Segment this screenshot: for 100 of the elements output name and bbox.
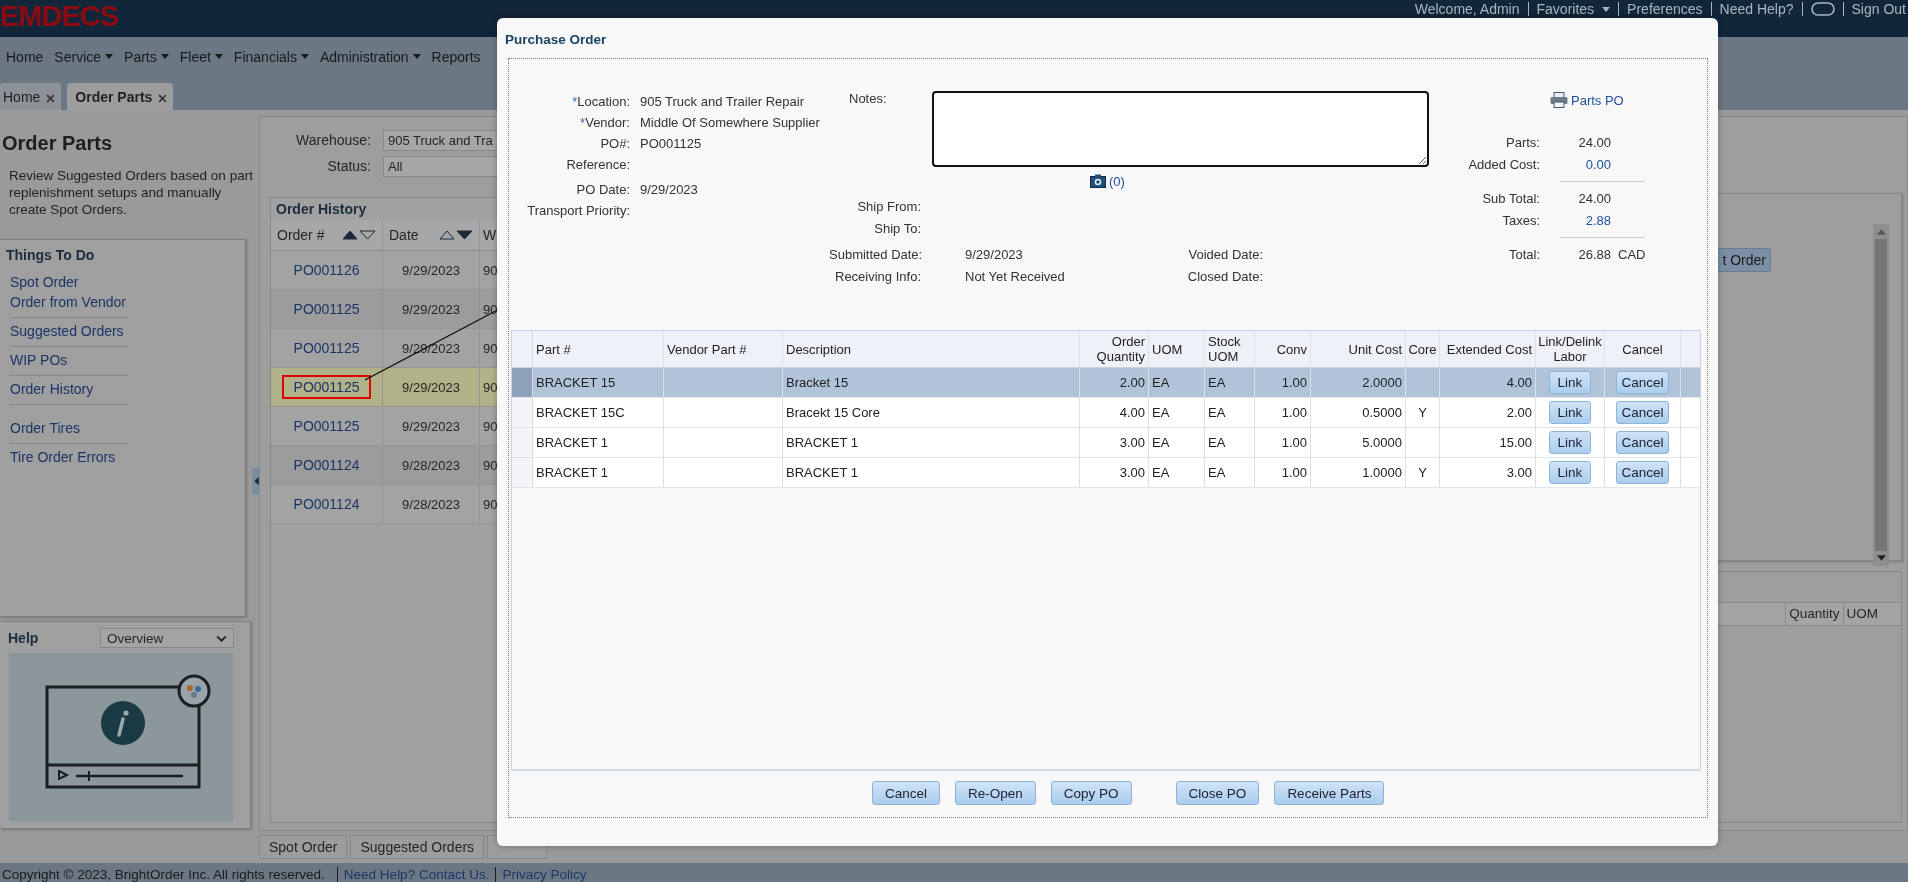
filter-label: Status: <box>326 158 371 174</box>
page-title: Order Parts <box>1 131 114 155</box>
link-button[interactable]: Link <box>1549 461 1591 484</box>
sidebar-link[interactable]: Tire Order Errors <box>10 447 128 467</box>
dialog-button[interactable]: Receive Parts <box>1274 781 1385 805</box>
table-cell: EA <box>1208 375 1226 390</box>
dialog-button[interactable]: Copy PO <box>1050 781 1132 805</box>
column-header: Extended Cost <box>1446 341 1532 357</box>
link-button[interactable]: Link <box>1549 401 1591 424</box>
bottom-tab[interactable]: Spot Order <box>259 835 348 859</box>
sort-icon[interactable] <box>439 230 473 240</box>
order-button[interactable]: t Order <box>1717 248 1771 272</box>
column-header: UOM <box>1152 341 1183 357</box>
sidebar-link[interactable]: Order History <box>10 379 128 399</box>
order-link[interactable]: PO001125 <box>281 375 372 399</box>
column-header[interactable]: Order # <box>271 220 383 250</box>
field-label: Ship To: <box>873 220 921 236</box>
dialog-button[interactable]: Cancel <box>872 781 941 805</box>
sidebar-link[interactable]: WIP POs <box>10 350 128 370</box>
table-cell: EA <box>1152 405 1170 420</box>
column-header[interactable]: Date <box>383 220 480 250</box>
table-row[interactable]: BRACKET 1 BRACKET 1 3.00 EA EA 1.00 5.0000 15.00 Link Cancel <box>512 428 1700 458</box>
header-link[interactable]: Favorites <box>1528 2 1620 16</box>
bottom-tab[interactable]: Suggested Orders <box>350 835 485 859</box>
link-button[interactable]: Link <box>1549 431 1591 454</box>
total-value: 26.88 <box>1578 246 1611 262</box>
table-cell: 90 <box>483 418 498 434</box>
table-cell: 90 <box>483 496 498 512</box>
link-button[interactable]: Link <box>1549 371 1591 394</box>
page-tab[interactable]: Home <box>0 83 62 110</box>
column-header: Core <box>1408 341 1437 357</box>
sidebar-link[interactable]: Spot Order <box>10 272 128 292</box>
chat-icon[interactable] <box>1810 2 1835 16</box>
table-row[interactable]: BRACKET 15C Bracekt 15 Core 4.00 EA EA 1.00 0.5000 Y 2.00 Link Cancel <box>512 398 1700 428</box>
cancel-button[interactable]: Cancel <box>1616 431 1669 454</box>
notes-field[interactable] <box>931 91 1429 167</box>
total-link[interactable]: 2.88 <box>1585 212 1611 228</box>
help-topic-select[interactable]: Overview <box>100 628 234 648</box>
filter-label: Warehouse: <box>295 132 371 148</box>
header-link[interactable]: Need Help? <box>1711 2 1803 16</box>
order-link[interactable]: PO001125 <box>281 415 372 437</box>
nav-menu-item[interactable]: Fleet <box>179 48 223 65</box>
nav-menu-item[interactable]: Financials <box>233 48 309 65</box>
header-link[interactable]: Welcome, Admin <box>1406 2 1529 16</box>
total-label: Taxes: <box>1501 212 1540 228</box>
table-cell: Bracket 15 <box>786 375 849 390</box>
print-link[interactable]: Parts PO <box>1571 92 1624 108</box>
field-value: 905 Truck and Trailer Repair <box>640 93 805 109</box>
table-cell: EA <box>1208 465 1226 480</box>
table-cell: 90 <box>483 301 498 317</box>
table-cell: 4.00 <box>1506 375 1532 390</box>
column-header: Unit Cost <box>1348 341 1402 357</box>
table-cell: Bracekt 15 Core <box>786 405 880 420</box>
order-link[interactable]: PO001126 <box>281 259 372 281</box>
attachments-link[interactable]: (0) <box>1109 173 1125 189</box>
sidebar-link[interactable]: Order Tires <box>10 418 128 438</box>
camera-icon[interactable] <box>1090 174 1106 188</box>
column-header: UOM <box>1842 603 1881 625</box>
nav-menu-item[interactable]: Service <box>54 48 114 65</box>
close-icon[interactable] <box>158 94 168 103</box>
table-cell: 1.00 <box>1281 405 1307 420</box>
column-header: Vendor Part # <box>667 341 747 357</box>
close-icon[interactable] <box>46 94 56 103</box>
scrollbar[interactable] <box>1873 224 1889 566</box>
nav-menu-item[interactable]: Home <box>6 48 44 65</box>
sidebar-link[interactable]: Order from Vendor <box>10 292 128 312</box>
header-link[interactable]: Sign Out <box>1843 2 1908 16</box>
table-cell: Y <box>1418 405 1427 420</box>
order-link[interactable]: PO001124 <box>281 493 372 515</box>
dialog-button[interactable]: Re-Open <box>955 781 1036 805</box>
sort-icon[interactable] <box>342 230 376 240</box>
order-link[interactable]: PO001124 <box>281 454 372 476</box>
page-tab[interactable]: Order Parts <box>67 83 174 110</box>
table-cell: 1.0000 <box>1362 465 1402 480</box>
cancel-button[interactable]: Cancel <box>1616 461 1669 484</box>
table-row[interactable]: BRACKET 1 BRACKET 1 3.00 EA EA 1.00 1.0000 Y 3.00 Link Cancel <box>512 458 1700 488</box>
table-cell: 5.0000 <box>1362 435 1402 450</box>
table-cell: EA <box>1208 435 1226 450</box>
nav-menu-item[interactable]: Reports <box>431 48 481 65</box>
table-cell: 3.00 <box>1506 465 1532 480</box>
field-label: Submitted Date: <box>829 246 921 262</box>
order-link[interactable]: PO001125 <box>281 337 372 359</box>
total-link[interactable]: 0.00 <box>1585 156 1611 172</box>
nav-menu-item[interactable]: Parts <box>124 48 169 65</box>
table-cell: EA <box>1208 405 1226 420</box>
field-label: *Location: <box>571 93 630 109</box>
column-header: Part # <box>536 341 571 357</box>
header-link[interactable]: Preferences <box>1619 2 1712 16</box>
cancel-button[interactable]: Cancel <box>1616 371 1669 394</box>
arrow-up-icon[interactable] <box>1876 229 1886 235</box>
printer-icon[interactable] <box>1550 92 1568 108</box>
field-label: *Vendor: <box>579 114 630 130</box>
nav-menu-item[interactable]: Administration <box>319 48 421 65</box>
table-row[interactable]: BRACKET 15 Bracket 15 2.00 EA EA 1.00 2.0000 4.00 Link Cancel <box>512 368 1700 398</box>
dialog-button[interactable]: Close PO <box>1175 781 1260 805</box>
order-link[interactable]: PO001125 <box>281 298 372 320</box>
sidebar-link[interactable]: Suggested Orders <box>10 321 128 341</box>
arrow-down-icon[interactable] <box>1876 555 1886 561</box>
cancel-button[interactable]: Cancel <box>1616 401 1669 424</box>
table-cell: 2.00 <box>1119 375 1145 390</box>
